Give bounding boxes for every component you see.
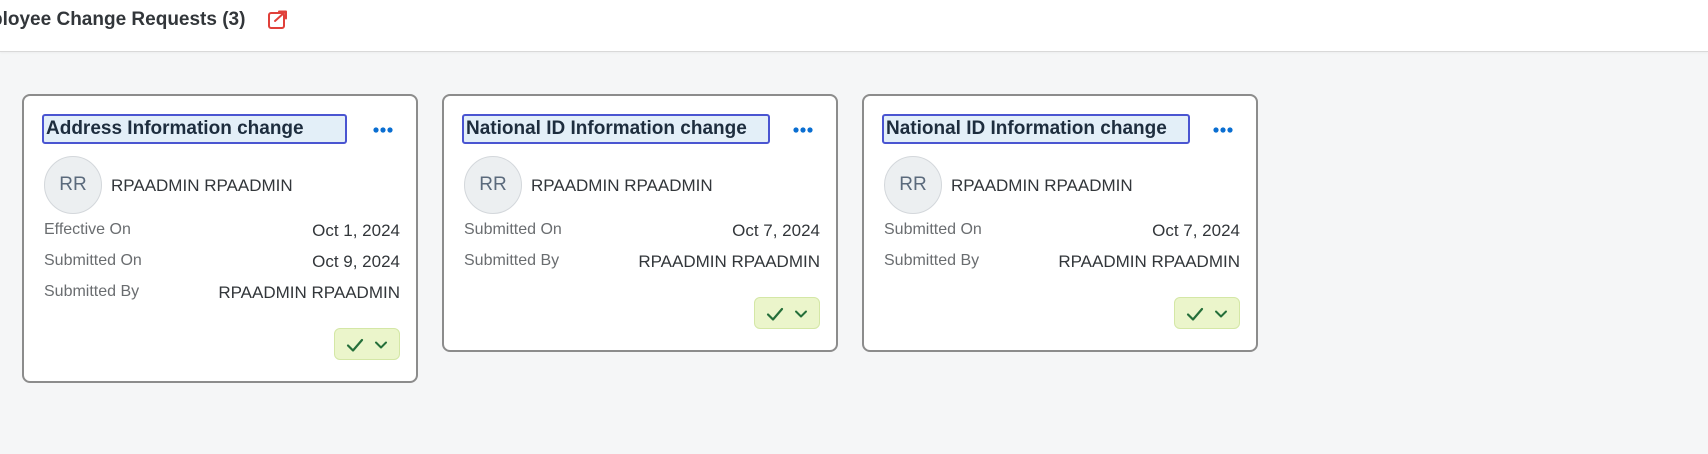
field-row: Submitted By RPAADMIN RPAADMIN bbox=[884, 252, 1240, 274]
change-request-card[interactable]: National ID Information change RR RPAADM… bbox=[442, 94, 838, 352]
chevron-down-icon bbox=[795, 310, 807, 318]
field-row: Submitted On Oct 7, 2024 bbox=[464, 221, 820, 243]
field-row: Effective On Oct 1, 2024 bbox=[44, 221, 400, 243]
share-external-icon[interactable] bbox=[266, 8, 290, 32]
field-row: Submitted By RPAADMIN RPAADMIN bbox=[464, 252, 820, 274]
page-header: ployee Change Requests (3) bbox=[0, 0, 1708, 52]
field-value: Oct 7, 2024 bbox=[732, 221, 820, 240]
avatar: RR bbox=[884, 156, 942, 214]
field-label: Submitted On bbox=[44, 252, 142, 269]
field-value: Oct 7, 2024 bbox=[1152, 221, 1240, 240]
change-request-card[interactable]: Address Information change RR RPAADMIN R… bbox=[22, 94, 418, 383]
requester-name: RPAADMIN RPAADMIN bbox=[951, 176, 1133, 195]
field-label: Submitted On bbox=[884, 221, 982, 238]
requester-name: RPAADMIN RPAADMIN bbox=[111, 176, 293, 195]
more-horizontal-icon[interactable] bbox=[368, 122, 398, 138]
check-icon bbox=[346, 338, 364, 352]
more-horizontal-icon[interactable] bbox=[788, 122, 818, 138]
field-label: Submitted By bbox=[464, 252, 560, 269]
change-request-card[interactable]: National ID Information change RR RPAADM… bbox=[862, 94, 1258, 352]
field-row: Submitted By RPAADMIN RPAADMIN bbox=[44, 283, 400, 305]
avatar: RR bbox=[464, 156, 522, 214]
card-title-link[interactable]: National ID Information change bbox=[882, 114, 1190, 144]
field-row: Submitted On Oct 9, 2024 bbox=[44, 252, 400, 274]
field-value: RPAADMIN RPAADMIN bbox=[638, 252, 820, 271]
chevron-down-icon bbox=[375, 341, 387, 349]
field-label: Submitted By bbox=[884, 252, 980, 269]
field-value: Oct 1, 2024 bbox=[312, 221, 400, 240]
chevron-down-icon bbox=[1215, 310, 1227, 318]
more-horizontal-icon[interactable] bbox=[1208, 122, 1238, 138]
card-title-link[interactable]: National ID Information change bbox=[462, 114, 770, 144]
field-label: Submitted On bbox=[464, 221, 562, 238]
requester-name: RPAADMIN RPAADMIN bbox=[531, 176, 713, 195]
page-title: ployee Change Requests (3) bbox=[0, 9, 246, 30]
approve-status-button[interactable] bbox=[754, 297, 820, 329]
approve-status-button[interactable] bbox=[334, 328, 400, 360]
approve-status-button[interactable] bbox=[1174, 297, 1240, 329]
field-value: Oct 9, 2024 bbox=[312, 252, 400, 271]
field-label: Submitted By bbox=[44, 283, 140, 300]
check-icon bbox=[1186, 307, 1204, 321]
field-value: RPAADMIN RPAADMIN bbox=[1058, 252, 1240, 271]
card-title-link[interactable]: Address Information change bbox=[42, 114, 347, 144]
field-label: Effective On bbox=[44, 221, 131, 238]
check-icon bbox=[766, 307, 784, 321]
field-value: RPAADMIN RPAADMIN bbox=[218, 283, 400, 302]
field-row: Submitted On Oct 7, 2024 bbox=[884, 221, 1240, 243]
avatar: RR bbox=[44, 156, 102, 214]
